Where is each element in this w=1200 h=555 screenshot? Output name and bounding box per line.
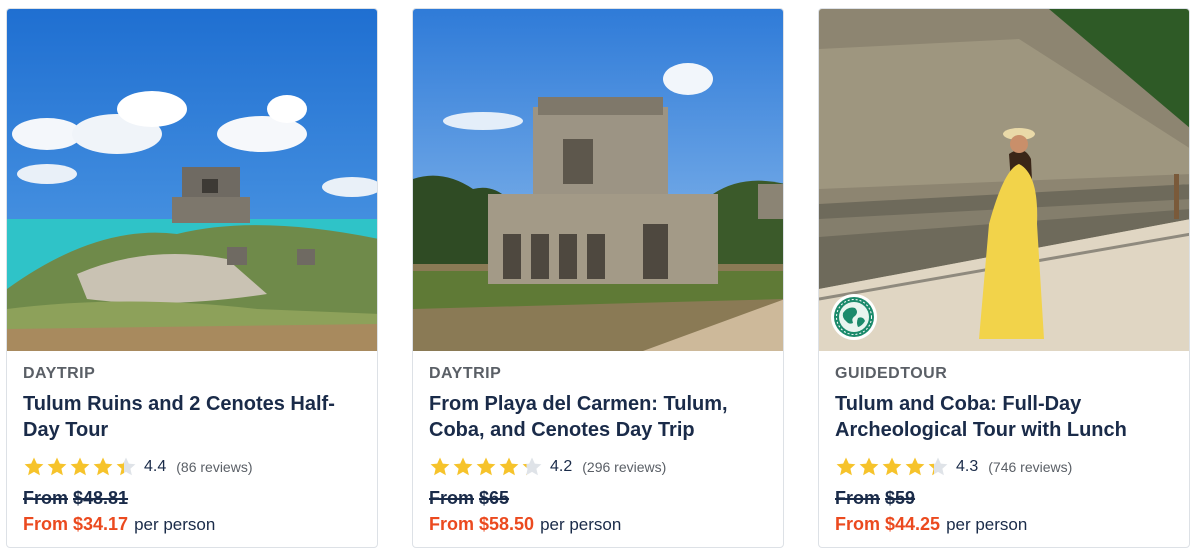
star-rating <box>429 456 543 478</box>
star-full-icon <box>430 457 450 476</box>
activity-title[interactable]: Tulum and Coba: Full-Day Archeological T… <box>835 391 1180 443</box>
rating-value: 4.3 <box>956 458 979 475</box>
star-full-icon <box>905 457 925 476</box>
tulum-ruins-photo[interactable] <box>7 9 377 351</box>
price-unit: per person <box>540 515 622 534</box>
original-price: From $65 <box>429 488 510 508</box>
activity-category: GUIDEDTOUR <box>835 365 948 382</box>
review-count: (746 reviews) <box>988 459 1073 475</box>
original-price: From $59 <box>835 488 916 508</box>
activity-card-playa-del-carmen[interactable]: DAYTRIP From Playa del Carmen: Tulum, Co… <box>412 8 784 548</box>
star-rating <box>23 456 137 478</box>
rating-row: 4.4 (86 reviews) <box>23 455 253 479</box>
activity-card-tulum-coba[interactable]: GUIDEDTOUR Tulum and Coba: Full-Day Arch… <box>818 8 1190 548</box>
price-unit: per person <box>946 515 1028 534</box>
sale-price-row: From $34.17 per person <box>23 514 215 535</box>
star-half-icon <box>522 457 542 476</box>
activity-title[interactable]: From Playa del Carmen: Tulum, Coba, and … <box>429 391 774 443</box>
original-price: From $48.81 <box>23 488 129 508</box>
rating-value: 4.2 <box>550 458 573 475</box>
star-full-icon <box>499 457 519 476</box>
sale-price-prefix: From <box>23 514 68 534</box>
review-count: (296 reviews) <box>582 459 667 475</box>
star-half-icon <box>116 457 136 476</box>
rating-row: 4.3 (746 reviews) <box>835 455 1072 479</box>
sale-price-row: From $44.25 per person <box>835 514 1027 535</box>
star-full-icon <box>836 457 856 476</box>
sale-price-row: From $58.50 per person <box>429 514 621 535</box>
activity-category: DAYTRIP <box>23 365 96 382</box>
mayan-temple-photo[interactable] <box>413 9 783 351</box>
sale-price-prefix: From <box>429 514 474 534</box>
star-full-icon <box>93 457 113 476</box>
rating-row: 4.2 (296 reviews) <box>429 455 666 479</box>
star-full-icon <box>47 457 67 476</box>
activity-title[interactable]: Tulum Ruins and 2 Cenotes Half-Day Tour <box>23 391 368 443</box>
review-count: (86 reviews) <box>176 459 253 475</box>
sale-price: $44.25 <box>885 514 941 534</box>
star-full-icon <box>882 457 902 476</box>
rating-value: 4.4 <box>144 458 167 475</box>
sale-price: $58.50 <box>479 514 535 534</box>
activity-card-tulum-ruins[interactable]: DAYTRIP Tulum Ruins and 2 Cenotes Half-D… <box>6 8 378 548</box>
star-full-icon <box>453 457 473 476</box>
star-full-icon <box>859 457 879 476</box>
sale-price: $34.17 <box>73 514 129 534</box>
star-full-icon <box>24 457 44 476</box>
activity-category: DAYTRIP <box>429 365 502 382</box>
eco-globe-icon <box>831 294 877 340</box>
star-rating <box>835 456 949 478</box>
price-unit: per person <box>134 515 216 534</box>
star-full-icon <box>70 457 90 476</box>
sale-price-prefix: From <box>835 514 880 534</box>
star-full-icon <box>476 457 496 476</box>
star-half-icon <box>928 457 948 476</box>
